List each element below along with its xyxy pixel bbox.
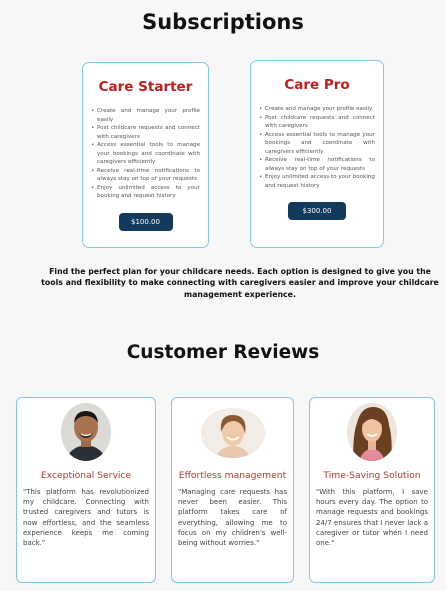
plan-feature: Enjoy unlimited access to your booking a…: [91, 184, 200, 201]
select-plan-button-starter[interactable]: $100.00: [118, 212, 173, 231]
plan-feature-list: Create and manage your profile easily Po…: [259, 105, 375, 190]
review-text: "Managing care requests has never been e…: [178, 488, 287, 548]
plan-feature: Receive real-time notifications to alway…: [259, 156, 375, 173]
page-title: Subscriptions: [142, 10, 304, 34]
reviews-section-title: Customer Reviews: [126, 342, 320, 363]
plan-feature: Enjoy unlimited access to your booking a…: [259, 173, 375, 190]
plan-card-care-pro: Care Pro Create and manage your profile …: [250, 60, 384, 248]
plan-name: Care Starter: [98, 79, 193, 95]
reviewer-avatar-photo: [347, 403, 397, 461]
reviewer-avatar-photo: [200, 408, 265, 458]
review-text: "This platform has revolutionized my chi…: [23, 488, 149, 548]
review-card: Time-Saving Solution "With this platform…: [309, 397, 435, 583]
plan-feature: Post childcare requests and connect with…: [91, 124, 200, 141]
plan-name: Care Pro: [284, 77, 350, 93]
review-card: Exceptional Service "This platform has r…: [16, 397, 156, 583]
plans-description: Find the perfect plan for your childcare…: [41, 267, 439, 299]
review-text: "With this platform, I save hours every …: [316, 488, 428, 548]
review-title: Exceptional Service: [40, 470, 132, 481]
plan-feature-list: Create and manage your profile easily Po…: [91, 107, 200, 201]
select-plan-button-pro[interactable]: $300.00: [288, 202, 346, 220]
plan-feature: Create and manage your profile easily: [91, 107, 200, 124]
plan-feature: Receive real-time notifications to alway…: [91, 167, 200, 184]
plan-card-care-starter: Care Starter Create and manage your prof…: [82, 62, 209, 248]
plan-feature: Create and manage your profile easily: [259, 105, 375, 114]
reviewer-avatar-photo: [61, 403, 111, 461]
review-title: Time-Saving Solution: [323, 470, 421, 481]
plan-feature: Access essential tools to manage your bo…: [259, 131, 375, 157]
plan-feature: Access essential tools to manage your bo…: [91, 141, 200, 167]
review-card: Effortless management "Managing care req…: [171, 397, 294, 583]
review-title: Effortless management: [178, 470, 287, 481]
plan-feature: Post childcare requests and connect with…: [259, 114, 375, 131]
